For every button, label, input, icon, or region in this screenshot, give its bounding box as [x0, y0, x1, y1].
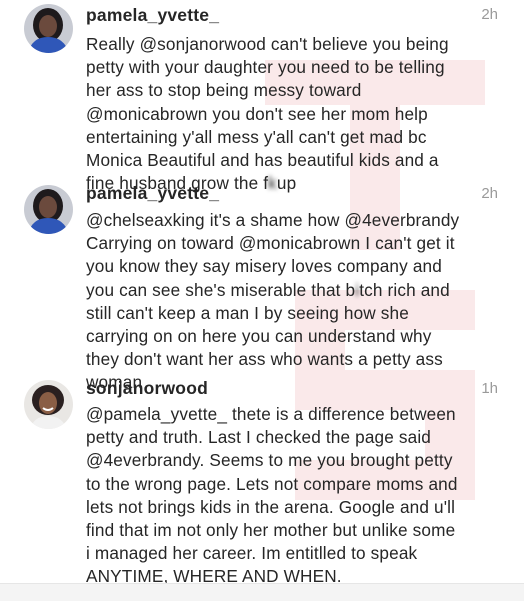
text-segment: up	[276, 173, 297, 194]
comment-username[interactable]: sonjanorwood	[86, 378, 208, 399]
bottom-bar	[0, 583, 524, 601]
avatar-photo-woman-blue-top	[24, 4, 73, 53]
comment-text: @pamela_yvette_ thete is a difference be…	[86, 403, 511, 589]
comment-text-line: @chelseaxking it's a shame how @4everbra…	[86, 210, 460, 230]
comment-timestamp: 2h	[481, 6, 498, 23]
comment-username[interactable]: pamela_yvette_	[86, 5, 219, 26]
avatar[interactable]	[24, 380, 73, 429]
comment-text: Really @sonjanorwood can't believe you b…	[86, 33, 511, 195]
comment-text-line: still can't keep a man I by seeing how s…	[86, 302, 409, 323]
comment-text-line: you know they say misery loves company a…	[86, 256, 442, 277]
censored-segment: k	[268, 173, 277, 194]
comment-text-line: Really @sonjanorwood can't believe you b…	[86, 34, 449, 54]
text-segment: you can see she's miserable that b	[86, 279, 356, 300]
comment-text-line: Monica Beautiful and has beautiful kids …	[86, 149, 439, 170]
comment-text-line: @monicabrown you don't see her mom help	[86, 103, 428, 124]
comment-username[interactable]: pamela_yvette_	[86, 183, 219, 204]
comment-text-line: entertaining y'all mess y'all can't get …	[86, 126, 427, 147]
comment-text-line: to the wrong page. Lets not compare moms…	[86, 473, 458, 494]
comment-text-line: lets not brings kids in the arena. Googl…	[86, 496, 456, 517]
comment-text-line: petty with your daughter you need to be …	[86, 57, 445, 78]
comment-text-line: i managed her career. Im entitlled to sp…	[86, 543, 418, 564]
avatar-photo-woman-smiling	[24, 380, 73, 429]
comment-text-line: carrying on on here you can understand w…	[86, 325, 432, 346]
comment-text-line: find that im not only her mother but unl…	[86, 519, 456, 540]
comment-text-line: you can see she's miserable that bitch r…	[86, 279, 511, 302]
comment-text-line: @4everbrandy. Seems to me you brought pe…	[86, 450, 453, 471]
avatar-photo-woman-blue-top	[24, 185, 73, 234]
comment-text-line: Carrying on toward @monicabrown I can't …	[86, 233, 455, 254]
avatar[interactable]	[24, 185, 73, 234]
comment-timestamp: 2h	[481, 185, 498, 202]
comment-text-line: her ass to stop being messy toward	[86, 80, 362, 101]
comment-text: @chelseaxking it's a shame how @4everbra…	[86, 209, 511, 395]
comment-text-line: they don't want her ass who wants a pett…	[86, 349, 443, 370]
avatar[interactable]	[24, 4, 73, 53]
text-segment: tch rich and	[359, 279, 450, 300]
comment-timestamp: 1h	[481, 380, 498, 397]
comment-text-line: @pamela_yvette_ thete is a difference be…	[86, 404, 456, 424]
censored-segment: i	[355, 279, 360, 300]
comment-text-line: petty and truth. Last I checked the page…	[86, 427, 431, 448]
